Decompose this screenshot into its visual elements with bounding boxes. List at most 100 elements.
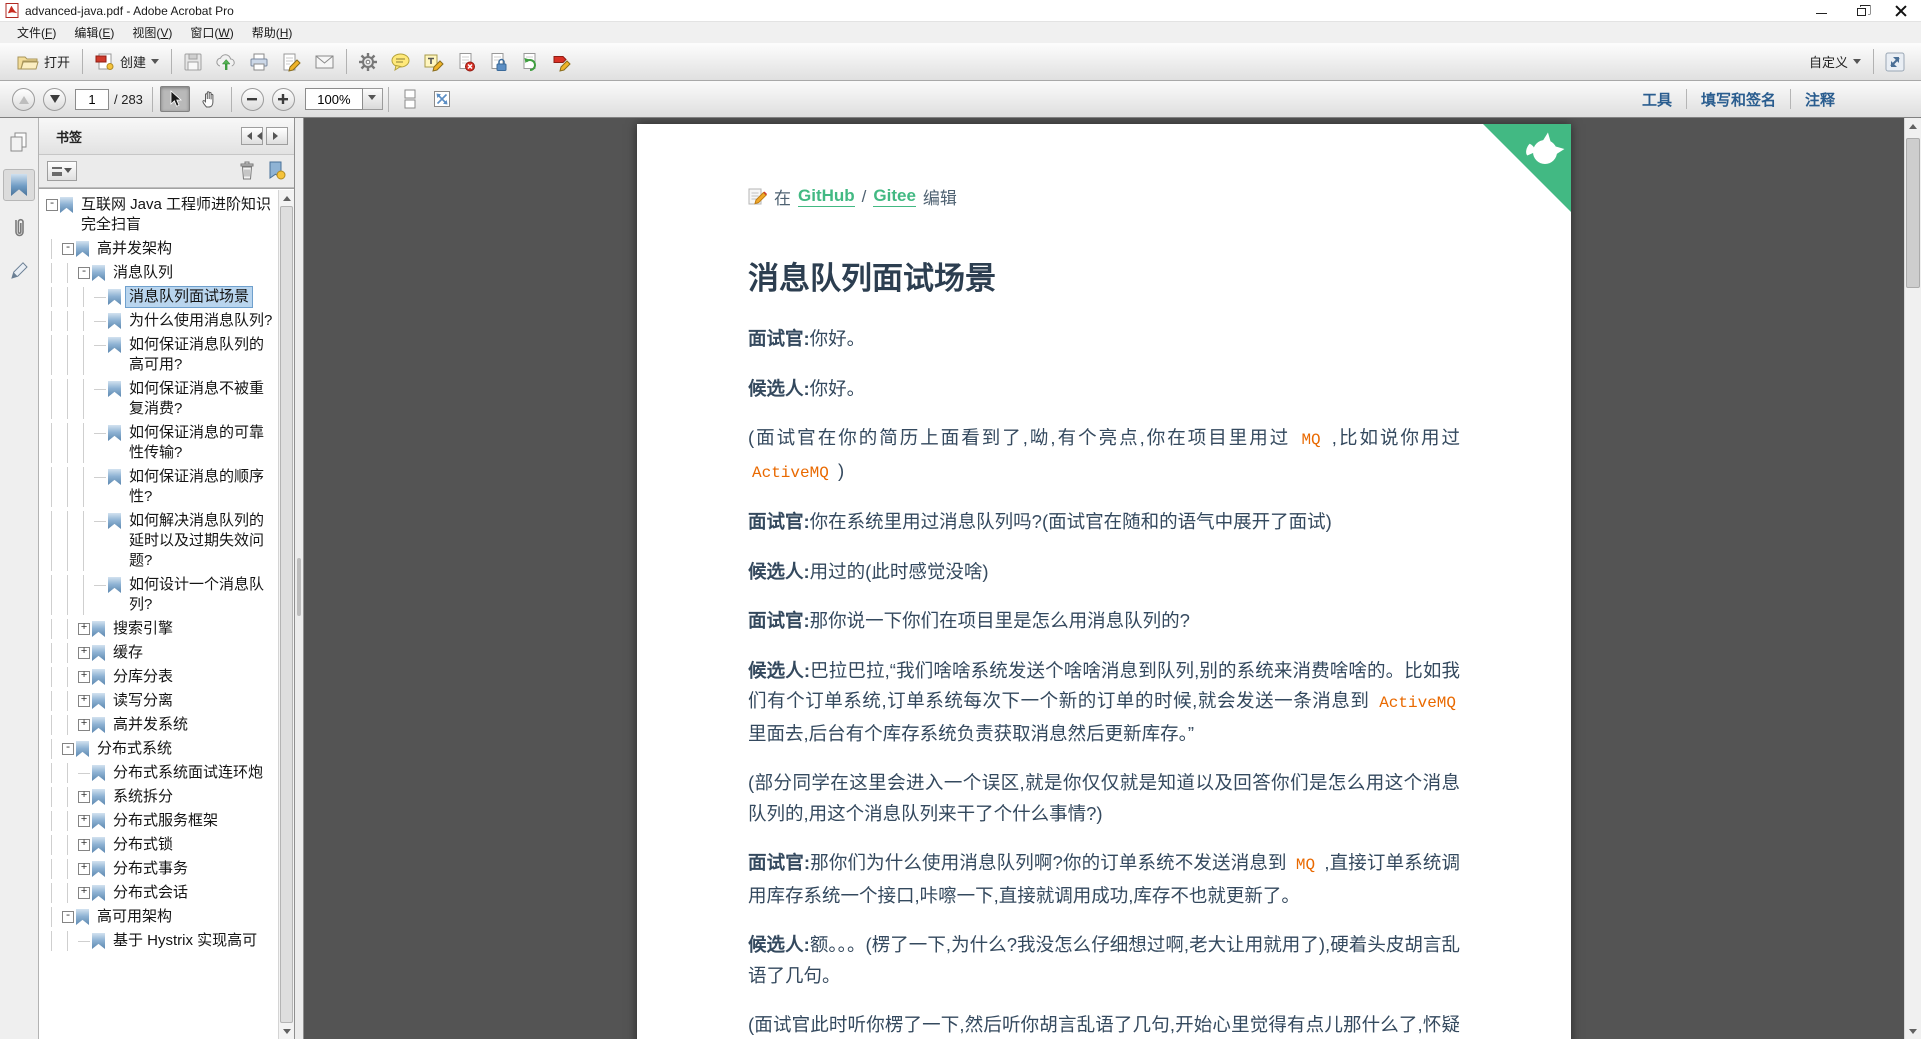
github-link[interactable]: GitHub [798, 186, 855, 207]
scroll-up-button[interactable] [279, 190, 294, 205]
delete-pages-button[interactable] [450, 49, 482, 75]
collapse-expander-icon[interactable]: - [78, 267, 90, 279]
delete-bookmark-button[interactable] [238, 161, 256, 181]
bookmark-item[interactable]: + 读写分离 [44, 689, 277, 713]
zoom-in-button[interactable] [271, 87, 295, 111]
select-tool-button[interactable] [159, 86, 190, 112]
zoom-out-button[interactable] [240, 87, 264, 111]
bookmark-label[interactable]: 分布式锁 [110, 835, 176, 855]
splitter-grip[interactable] [297, 558, 301, 616]
scroll-up-button[interactable] [1905, 118, 1921, 133]
bookmark-label[interactable]: 为什么使用消息队列? [126, 311, 275, 331]
bookmarks-scrollbar[interactable] [278, 190, 294, 1039]
bookmark-label[interactable]: 缓存 [110, 643, 146, 663]
collapse-expander-icon[interactable]: - [62, 743, 74, 755]
bookmark-item[interactable]: + 搜索引擎 [44, 617, 277, 641]
share-upload-button[interactable] [209, 49, 243, 75]
collapse-expander-icon[interactable]: - [46, 199, 58, 211]
bookmark-label[interactable]: 读写分离 [110, 691, 176, 711]
expand-toolbar-button[interactable] [1879, 49, 1911, 75]
scrollbar-thumb[interactable] [1906, 138, 1920, 288]
previous-page-button[interactable] [12, 87, 35, 111]
zoom-level-value[interactable]: 100% [304, 88, 363, 110]
bookmark-label[interactable]: 如何设计一个消息队列? [126, 575, 277, 615]
bookmark-item[interactable]: 基于 Hystrix 实现高可 [44, 929, 277, 953]
sign-document-button[interactable] [275, 49, 308, 75]
bookmark-item[interactable]: + 缓存 [44, 641, 277, 665]
menu-item[interactable]: 视图(V) [123, 22, 181, 43]
expand-expander-icon[interactable]: + [78, 863, 90, 875]
bookmark-item[interactable]: 消息队列面试场景 [44, 285, 277, 309]
bookmark-item[interactable]: - 高可用架构 [44, 905, 277, 929]
sticky-note-button[interactable] [384, 49, 417, 74]
preferences-button[interactable] [352, 49, 384, 75]
next-page-button[interactable] [43, 87, 66, 111]
open-button[interactable]: 打开 [10, 49, 77, 74]
bookmark-item[interactable]: - 消息队列 [44, 261, 277, 285]
bookmark-label[interactable]: 高并发系统 [110, 715, 191, 735]
bookmark-label[interactable]: 消息队列 [110, 263, 176, 283]
save-button[interactable] [177, 49, 209, 75]
bookmark-label[interactable]: 系统拆分 [110, 787, 176, 807]
bookmark-label[interactable]: 分布式会话 [110, 883, 191, 903]
print-button[interactable] [243, 49, 275, 75]
new-bookmark-button[interactable] [266, 161, 286, 181]
signatures-tab[interactable] [3, 255, 35, 287]
fill-sign-form-button[interactable] [546, 49, 579, 75]
bookmark-label[interactable]: 分布式系统面试连环炮 [110, 763, 266, 783]
bookmark-label[interactable]: 高可用架构 [94, 907, 175, 927]
document-scrollbar[interactable] [1904, 118, 1921, 1039]
expand-expander-icon[interactable]: + [78, 815, 90, 827]
page-thumbnails-tab[interactable] [3, 126, 35, 158]
bookmark-label[interactable]: 如何保证消息队列的高可用? [126, 335, 277, 375]
attachments-tab[interactable] [3, 212, 35, 244]
hand-tool-button[interactable] [194, 86, 224, 112]
bookmark-label[interactable]: 分布式服务框架 [110, 811, 221, 831]
bookmark-item[interactable]: - 分布式系统 [44, 737, 277, 761]
task-button[interactable]: 工具 [1628, 85, 1686, 114]
scrollbar-thumb[interactable] [280, 206, 293, 1023]
bookmark-item[interactable]: 为什么使用消息队列? [44, 309, 277, 333]
bookmark-item[interactable]: + 分库分表 [44, 665, 277, 689]
bookmarks-options-button[interactable] [47, 161, 77, 181]
menu-item[interactable]: 编辑(E) [65, 22, 123, 43]
gitee-link[interactable]: Gitee [873, 186, 916, 207]
close-button[interactable] [1881, 0, 1921, 21]
bookmark-item[interactable]: + 分布式会话 [44, 881, 277, 905]
bookmark-label[interactable]: 如何解决消息队列的延时以及过期失效问题? [126, 511, 277, 571]
collapse-panel-button[interactable] [241, 127, 263, 145]
bookmark-item[interactable]: + 分布式事务 [44, 857, 277, 881]
bookmark-label[interactable]: 如何保证消息的顺序性? [126, 467, 277, 507]
task-button[interactable]: 注释 [1791, 85, 1849, 114]
bookmark-label[interactable]: 如何保证消息不被重复消费? [126, 379, 277, 419]
send-email-button[interactable] [308, 50, 341, 74]
expand-expander-icon[interactable]: + [78, 887, 90, 899]
expand-expander-icon[interactable]: + [78, 647, 90, 659]
bookmark-item[interactable]: 分布式系统面试连环炮 [44, 761, 277, 785]
export-pdf-button[interactable] [514, 49, 546, 75]
page-number-input[interactable] [75, 88, 109, 110]
expand-expander-icon[interactable]: + [78, 719, 90, 731]
panel-splitter[interactable] [295, 118, 304, 1039]
bookmark-label[interactable]: 如何保证消息的可靠性传输? [126, 423, 277, 463]
expand-expander-icon[interactable]: + [78, 623, 90, 635]
bookmark-item[interactable]: + 分布式锁 [44, 833, 277, 857]
zoom-dropdown-button[interactable] [362, 88, 383, 110]
bookmark-item[interactable]: - 高并发架构 [44, 237, 277, 261]
bookmark-label[interactable]: 互联网 Java 工程师进阶知识完全扫盲 [78, 195, 277, 235]
bookmark-item[interactable]: + 高并发系统 [44, 713, 277, 737]
scroll-down-button[interactable] [1905, 1024, 1921, 1039]
panel-menu-button[interactable] [266, 127, 288, 145]
create-button[interactable]: 创建 [88, 49, 166, 75]
bookmarks-tab[interactable] [3, 169, 35, 201]
collapse-expander-icon[interactable]: - [62, 243, 74, 255]
expand-expander-icon[interactable]: + [78, 671, 90, 683]
bookmark-label[interactable]: 搜索引擎 [110, 619, 176, 639]
task-button[interactable]: 填写和签名 [1687, 85, 1790, 114]
bookmark-label[interactable]: 分布式系统 [94, 739, 175, 759]
bookmark-item[interactable]: + 系统拆分 [44, 785, 277, 809]
bookmark-item[interactable]: 如何保证消息的可靠性传输? [44, 421, 277, 465]
bookmark-item[interactable]: 如何设计一个消息队列? [44, 573, 277, 617]
scrolling-mode-button[interactable] [394, 86, 426, 112]
bookmark-label[interactable]: 分库分表 [110, 667, 176, 687]
